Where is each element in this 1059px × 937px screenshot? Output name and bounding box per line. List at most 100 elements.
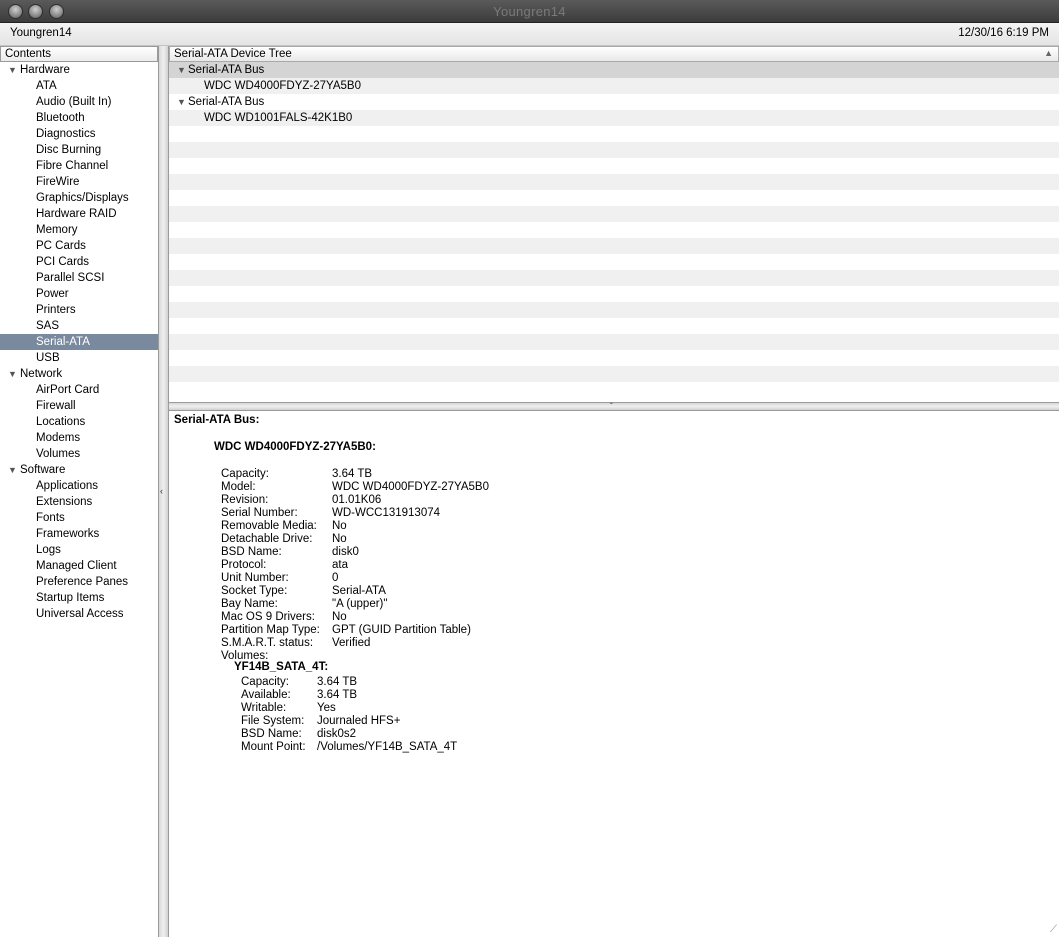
property-key: Capacity: [221,468,269,480]
empty-row [169,334,1059,350]
sidebar-item-printers[interactable]: Printers [0,302,158,318]
volume-property-row: BSD Name: disk0s2 [241,728,457,741]
empty-row [169,174,1059,190]
property-value: No [332,533,347,545]
disclosure-triangle-icon[interactable]: ▼ [8,462,17,478]
sidebar-item-usb[interactable]: USB [0,350,158,366]
sidebar-item-disc-burning[interactable]: Disc Burning [0,142,158,158]
empty-row [169,270,1059,286]
sidebar-item-bluetooth[interactable]: Bluetooth [0,110,158,126]
empty-row [169,190,1059,206]
sidebar-item-diagnostics[interactable]: Diagnostics [0,126,158,142]
sidebar-item-fonts[interactable]: Fonts [0,510,158,526]
device-tree-device[interactable]: WDC WD1001FALS-42K1B0 [169,110,1059,126]
sidebar-item-serial-ata[interactable]: Serial-ATA [0,334,158,350]
report-datetime: 12/30/16 6:19 PM [958,27,1049,39]
sidebar-item-airport-card[interactable]: AirPort Card [0,382,158,398]
sidebar-item-firewall[interactable]: Firewall [0,398,158,414]
device-tree-bus[interactable]: ▼ Serial-ATA Bus [169,62,1059,78]
property-row: BSD Name: disk0 [221,546,489,559]
property-key: Writable: [241,702,287,714]
empty-row [169,302,1059,318]
property-row: Partition Map Type: GPT (GUID Partition T… [221,624,489,637]
property-row: Capacity: 3.64 TB [221,468,489,481]
empty-row [169,350,1059,366]
disclosure-triangle-icon[interactable]: ▼ [8,62,17,78]
contents-sidebar: Contents ▼ Hardware ATA Audio (Built In) Blu… [0,46,159,937]
contents-tree: ▼ Hardware ATA Audio (Built In) Bluetooth Dia… [0,62,158,622]
sidebar-item-modems[interactable]: Modems [0,430,158,446]
sidebar-item-audio-built-in[interactable]: Audio (Built In) [0,94,158,110]
property-key: Revision: [221,494,269,506]
sidebar-item-firewire[interactable]: FireWire [0,174,158,190]
sidebar-group-software[interactable]: ▼ Software [0,462,158,478]
device-label: WDC WD1001FALS-42K1B0 [204,112,353,124]
property-key: BSD Name: [221,546,282,558]
disclosure-triangle-icon[interactable]: ▼ [177,94,186,110]
sidebar-item-applications[interactable]: Applications [0,478,158,494]
sidebar-item-sas[interactable]: SAS [0,318,158,334]
sidebar-item-fibre-channel[interactable]: Fibre Channel [0,158,158,174]
volume-name: YF14B_SATA_4T: [234,661,329,673]
property-value: ata [332,559,348,571]
disclosure-triangle-icon[interactable]: ▼ [177,62,186,78]
splitter-grip-icon[interactable]: ‹ [160,486,163,496]
sidebar-item-volumes[interactable]: Volumes [0,446,158,462]
empty-row [169,206,1059,222]
device-tree-panel: Serial-ATA Device Tree ▲ ▼ Serial-ATA Bus… [169,46,1059,402]
sidebar-item-extensions[interactable]: Extensions [0,494,158,510]
property-value: Verified [332,637,371,649]
sidebar-item-power[interactable]: Power [0,286,158,302]
device-tree-header[interactable]: Serial-ATA Device Tree ▲ [169,46,1059,62]
property-key: Serial Number: [221,507,298,519]
sidebar-item-hardware-raid[interactable]: Hardware RAID [0,206,158,222]
device-properties: Capacity: 3.64 TB Model: WDC WD4000FDYZ-27Y… [221,468,489,663]
sidebar-item-graphics-displays[interactable]: Graphics/Displays [0,190,158,206]
detail-heading: Serial-ATA Bus: [174,414,260,426]
empty-row [169,238,1059,254]
sidebar-item-pc-cards[interactable]: PC Cards [0,238,158,254]
horizontal-splitter[interactable]: ˆ [169,402,1059,411]
sidebar-item-startup-items[interactable]: Startup Items [0,590,158,606]
property-key: Available: [241,689,291,701]
sidebar-group-network[interactable]: ▼ Network [0,366,158,382]
device-title: WDC WD4000FDYZ-27YA5B0: [214,441,376,453]
property-key: Mac OS 9 Drivers: [221,611,315,623]
resize-grip-icon[interactable]: ⟋ [1050,924,1057,935]
property-value: GPT (GUID Partition Table) [332,624,471,636]
property-key: Unit Number: [221,572,289,584]
device-tree-bus[interactable]: ▼ Serial-ATA Bus [169,94,1059,110]
sidebar-item-parallel-scsi[interactable]: Parallel SCSI [0,270,158,286]
sidebar-item-preference-panes[interactable]: Preference Panes [0,574,158,590]
sidebar-item-managed-client[interactable]: Managed Client [0,558,158,574]
sidebar-item-ata[interactable]: ATA [0,78,158,94]
sidebar-item-frameworks[interactable]: Frameworks [0,526,158,542]
sidebar-item-logs[interactable]: Logs [0,542,158,558]
property-row: Bay Name: "A (upper)" [221,598,489,611]
sidebar-group-hardware[interactable]: ▼ Hardware [0,62,158,78]
machine-name: Youngren14 [10,27,72,39]
sidebar-item-locations[interactable]: Locations [0,414,158,430]
property-key: Socket Type: [221,585,288,597]
sidebar-item-universal-access[interactable]: Universal Access [0,606,158,622]
sidebar-item-pci-cards[interactable]: PCI Cards [0,254,158,270]
vertical-splitter[interactable]: ‹ [159,46,169,937]
sidebar-group-label: Network [20,368,63,380]
empty-row [169,142,1059,158]
property-key: Model: [221,481,256,493]
property-row: S.M.A.R.T. status: Verified [221,637,489,650]
volume-property-row: Mount Point: /Volumes/YF14B_SATA_4T [241,741,457,754]
contents-header[interactable]: Contents [0,46,158,62]
sidebar-group-label: Hardware [20,64,70,76]
splitter-grip-icon[interactable]: ˆ [610,402,613,411]
property-row: Detachable Drive: No [221,533,489,546]
device-tree-device[interactable]: WDC WD4000FDYZ-27YA5B0 [169,78,1059,94]
property-row: Socket Type: Serial-ATA [221,585,489,598]
property-value: 3.64 TB [317,676,358,688]
sidebar-item-memory[interactable]: Memory [0,222,158,238]
property-value: "A (upper)" [332,598,388,610]
disclosure-triangle-icon[interactable]: ▼ [8,366,17,382]
property-value: No [332,520,347,532]
empty-row [169,126,1059,142]
property-value: No [332,611,347,623]
